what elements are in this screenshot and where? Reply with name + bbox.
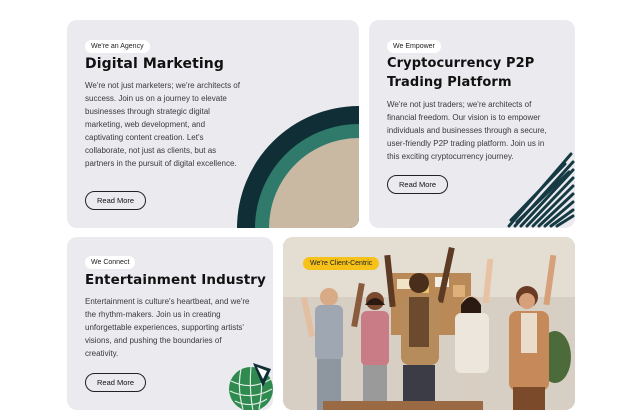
card-title: Digital Marketing	[85, 56, 224, 72]
client-centric-photo-card: We're Client-Centric	[283, 237, 575, 410]
scribble-graphic	[507, 152, 575, 228]
read-more-button[interactable]: Read More	[85, 191, 147, 210]
digital-marketing-card: We're an Agency Digital Marketing We're …	[67, 20, 359, 228]
cryptocurrency-card: We Empower Cryptocurrency P2P Trading Pl…	[369, 20, 575, 228]
card-badge: We Connect	[85, 256, 136, 269]
concentric-arcs-graphic	[237, 106, 359, 228]
green-globe-graphic	[229, 363, 273, 410]
card-badge: We Empower	[387, 40, 441, 53]
entertainment-card: We Connect Entertainment Industry Entert…	[67, 237, 273, 410]
card-badge: We're Client-Centric	[303, 257, 380, 270]
card-description: We're not just marketers; we're architec…	[85, 81, 240, 168]
card-badge: We're an Agency	[85, 40, 150, 53]
card-title-line1: Cryptocurrency P2P	[387, 56, 535, 71]
card-title-line2: Trading Platform	[387, 75, 512, 90]
read-more-button[interactable]: Read More	[85, 373, 147, 392]
read-more-button[interactable]: Read More	[387, 175, 449, 194]
card-description: Entertainment is culture's heartbeat, an…	[85, 297, 250, 358]
card-title: Entertainment Industry	[85, 272, 266, 288]
